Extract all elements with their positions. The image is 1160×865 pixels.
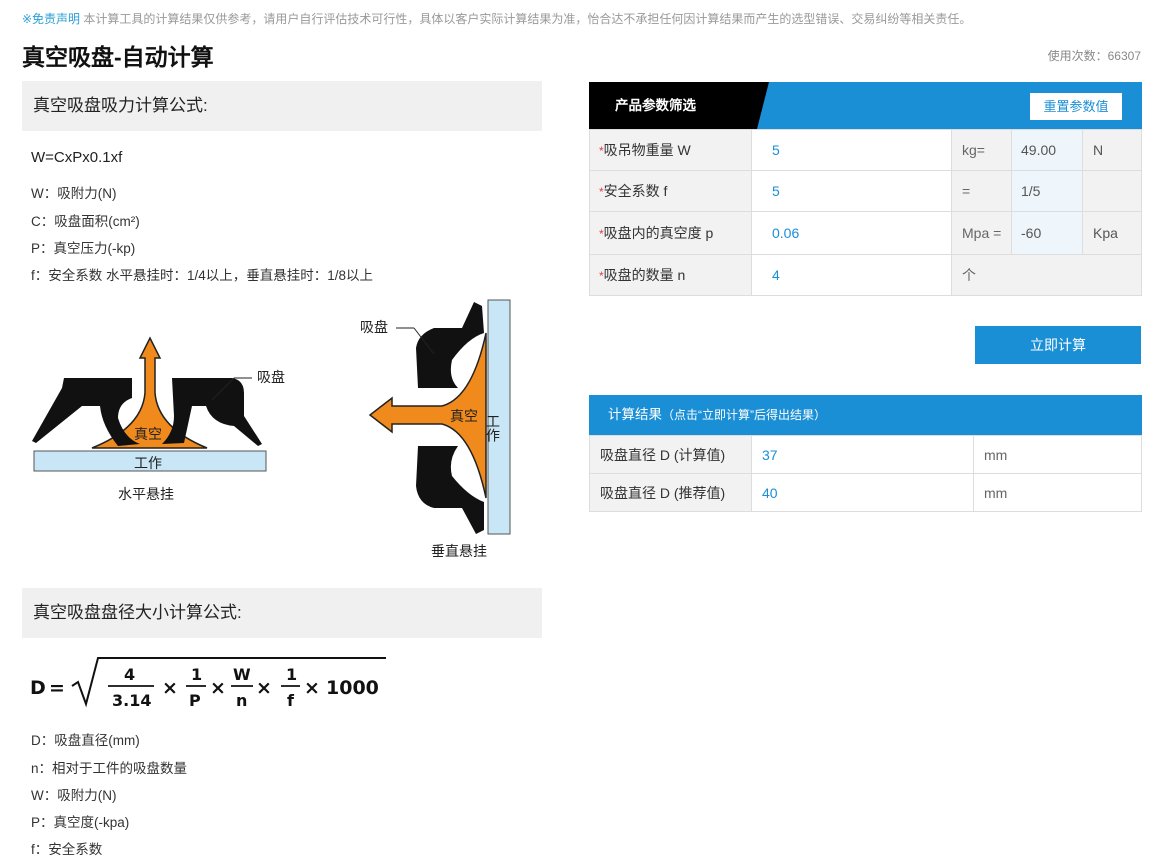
safety-unit: = — [951, 170, 1012, 212]
formula-def-w: W：吸附力(N) — [31, 186, 117, 201]
horizontal-cup-label: 吸盘 — [257, 369, 285, 386]
diameter-def-w: W：吸附力(N) — [31, 788, 117, 803]
safety-factor-input[interactable]: 5 — [751, 170, 952, 212]
results-title: 计算结果 — [608, 407, 662, 422]
results-panel: 计算结果（点击“立即计算”后得出结果） 吸盘直径 D (计算值) 37 mm 吸… — [589, 395, 1142, 512]
param-label: *吸盘的数量 n — [589, 254, 752, 296]
usage-value: 66307 — [1107, 49, 1141, 63]
formula-def-c: C：吸盘面积(cm²) — [31, 214, 140, 229]
formula-n2: 1 — [191, 665, 202, 684]
formula-d4: f — [287, 691, 295, 710]
results-hint: （点击“立即计算”后得出结果） — [662, 408, 826, 422]
horizontal-hanging-diagram: 吸盘 真空 工作 水平悬挂 — [32, 336, 285, 503]
disclaimer: ※免责声明 本计算工具的计算结果仅供参考，请用户自行评估技术可行性，具体以客户实… — [22, 10, 971, 27]
page-title: 真空吸盘-自动计算 — [22, 44, 214, 70]
usage-label: 使用次数： — [1047, 49, 1108, 63]
formula-tail: 1000 — [326, 677, 379, 699]
suction-cup-illustration: 吸盘 真空 工作 水平悬挂 吸盘 真空 工作 垂直悬挂 — [32, 299, 511, 560]
vertical-cup-label: 吸盘 — [360, 319, 388, 336]
vertical-work-label: 工作 — [484, 414, 500, 442]
formula-d1: 3.14 — [112, 691, 151, 710]
vacuum-converted: -60 — [1011, 211, 1083, 255]
formula-def-f: f：安全系数 水平悬挂时：1/4以上，垂直悬挂时：1/8以上 — [31, 268, 374, 283]
params-panel: 产品参数筛选 重置参数值 *吸吊物重量 W 5 kg= 49.00 N *安全系… — [589, 82, 1142, 296]
vertical-caption: 垂直悬挂 — [431, 543, 487, 560]
vacuum-input[interactable]: 0.06 — [751, 211, 952, 255]
formula-eq: = — [49, 677, 65, 699]
reset-params-button[interactable]: 重置参数值 — [1030, 93, 1122, 120]
diameter-formula-header: 真空吸盘盘径大小计算公式: — [22, 588, 542, 638]
formula-times-3: × — [256, 677, 272, 699]
horizontal-work-label: 工作 — [134, 456, 162, 472]
vacuum-unit: Mpa = — [951, 211, 1012, 255]
result-label: 吸盘直径 D (推荐值) — [589, 473, 752, 512]
param-label: *安全系数 f — [589, 170, 752, 212]
result-unit: mm — [973, 435, 1142, 474]
formula-n1: 4 — [124, 665, 135, 684]
tab-product-params[interactable]: 产品参数筛选 — [589, 82, 769, 129]
diameter-def-n: n：相对于工件的吸盘数量 — [31, 761, 188, 776]
formula-times-4: × — [304, 677, 320, 699]
suction-formula-header: 真空吸盘吸力计算公式: — [22, 81, 542, 131]
result-label: 吸盘直径 D (计算值) — [589, 435, 752, 474]
safety-converted: 1/5 — [1011, 170, 1083, 212]
disclaimer-text: 本计算工具的计算结果仅供参考，请用户自行评估技术可行性，具体以客户实际计算结果为… — [83, 12, 972, 26]
vacuum-unit-kpa: Kpa — [1082, 211, 1142, 255]
param-row-safety: *安全系数 f 5 = 1/5 — [589, 170, 1142, 212]
horizontal-caption: 水平悬挂 — [118, 487, 174, 503]
formula-n4: 1 — [286, 665, 297, 684]
params-panel-header: 产品参数筛选 重置参数值 — [589, 82, 1142, 129]
result-row-recommended: 吸盘直径 D (推荐值) 40 mm — [589, 473, 1142, 512]
weight-unit-n: N — [1082, 129, 1142, 171]
left-suction-cup — [32, 378, 140, 446]
formula-lhs: D — [30, 677, 46, 699]
count-unit: 个 — [951, 254, 1142, 296]
param-row-weight: *吸吊物重量 W 5 kg= 49.00 N — [589, 129, 1142, 171]
formula-d3: n — [236, 691, 247, 710]
formula-times-2: × — [210, 677, 226, 699]
result-unit: mm — [973, 473, 1142, 512]
param-row-vacuum: *吸盘内的真空度 p 0.06 Mpa = -60 Kpa — [589, 211, 1142, 255]
results-table: 吸盘直径 D (计算值) 37 mm 吸盘直径 D (推荐值) 40 mm — [589, 435, 1142, 512]
horizontal-vacuum-label: 真空 — [134, 427, 162, 443]
param-label: *吸盘内的真空度 p — [589, 211, 752, 255]
result-value: 37 — [751, 435, 974, 474]
param-row-count: *吸盘的数量 n 4 个 — [589, 254, 1142, 296]
result-row-calculated: 吸盘直径 D (计算值) 37 mm — [589, 435, 1142, 474]
params-table: *吸吊物重量 W 5 kg= 49.00 N *安全系数 f 5 = 1/5 *… — [589, 129, 1142, 296]
param-label: *吸吊物重量 W — [589, 129, 752, 171]
result-value: 40 — [751, 473, 974, 512]
formula-def-p: P：真空压力(-kp) — [31, 241, 136, 256]
formula-times-1: × — [162, 677, 178, 699]
results-header: 计算结果（点击“立即计算”后得出结果） — [589, 395, 1142, 435]
calculate-button[interactable]: 立即计算 — [975, 326, 1141, 364]
count-input[interactable]: 4 — [751, 254, 952, 296]
disclaimer-link[interactable]: ※免责声明 — [22, 12, 80, 26]
weight-unit: kg= — [951, 129, 1012, 171]
formula-d2: P — [189, 691, 201, 710]
diameter-def-f: f：安全系数 — [31, 842, 103, 857]
vertical-hanging-diagram: 吸盘 真空 工作 垂直悬挂 — [360, 299, 511, 560]
suction-formula: W=CxPx0.1xf — [31, 149, 123, 166]
vertical-vacuum-label: 真空 — [450, 409, 478, 425]
diameter-def-d: D：吸盘直径(mm) — [31, 733, 140, 748]
weight-input[interactable]: 5 — [751, 129, 952, 171]
usage-count: 使用次数：66307 — [1048, 47, 1141, 64]
safety-unit-2 — [1082, 170, 1142, 212]
diameter-def-p: P：真空度(-kpa) — [31, 815, 130, 830]
right-suction-cup — [162, 378, 262, 446]
diameter-formula: D = 4 3.14 × 1 P × W n × 1 f × 1000 — [30, 657, 386, 710]
formula-n3: W — [233, 665, 251, 684]
weight-converted: 49.00 — [1011, 129, 1083, 171]
